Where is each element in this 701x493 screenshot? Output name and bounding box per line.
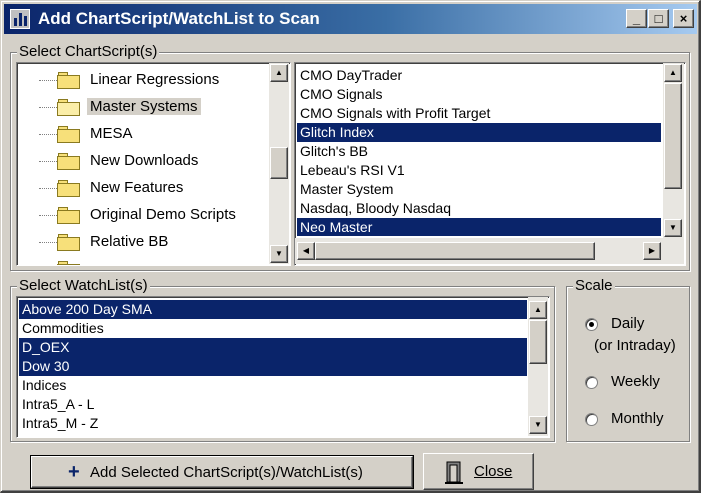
list-item-selected[interactable]: Above 200 Day SMA [19, 300, 527, 319]
maximize-button[interactable]: □ [648, 9, 669, 28]
scroll-thumb[interactable] [270, 147, 288, 179]
folder-icon [57, 126, 81, 143]
list-item[interactable]: Intra5_M - Z [19, 414, 527, 433]
list-item[interactable]: Intra5_A - L [19, 395, 527, 414]
chartscript-group: Select ChartScript(s) Linear Regressions… [10, 44, 690, 271]
list-item-selected[interactable]: D_OEX [19, 338, 527, 357]
title-bar[interactable]: Add ChartScript/WatchList to Scan _ □ × [4, 4, 697, 34]
radio-button-checked-icon[interactable] [585, 318, 598, 331]
list-item-selected[interactable]: Neo Master [297, 218, 661, 236]
tree-folder-relative-bb[interactable]: Relative BB [21, 229, 261, 256]
close-button[interactable]: Close [423, 453, 534, 490]
scroll-thumb[interactable] [315, 242, 595, 260]
tree-folder-label: New Features [90, 179, 184, 196]
scroll-up-arrow-icon[interactable]: ▲ [270, 64, 288, 82]
close-label: Close [474, 463, 513, 480]
scale-option-label: Weekly [611, 373, 660, 390]
maximize-icon: □ [654, 11, 663, 26]
close-window-button[interactable]: × [673, 9, 694, 28]
folder-open-icon [57, 99, 81, 116]
watchlist-scrollbar[interactable]: ▲ ▼ [528, 297, 548, 436]
tree-folder-original-demo-scripts[interactable]: Original Demo Scripts [21, 202, 261, 229]
minimize-icon: _ [632, 11, 641, 26]
tree-folder-master-systems[interactable]: Master Systems [21, 94, 261, 121]
close-icon: × [679, 11, 688, 26]
plus-icon: + [68, 461, 80, 483]
list-item[interactable]: CMO Signals with Profit Target [297, 104, 661, 123]
tree-folder-label: MESA [90, 125, 133, 142]
scroll-down-arrow-icon[interactable]: ▼ [529, 416, 547, 434]
tree-folder-label: Linear Regressions [90, 71, 220, 88]
scale-group-label: Scale [573, 277, 615, 294]
chartscript-hscroll[interactable]: ◀ ▶ [295, 238, 684, 264]
folder-icon [57, 261, 81, 265]
tree-folder-linear-regressions[interactable]: Linear Regressions [21, 67, 261, 94]
tree-folder-label: Master Systems [87, 98, 201, 115]
list-item[interactable]: Indices [19, 376, 527, 395]
tree-folder-mesa[interactable]: MESA [21, 121, 261, 148]
dialog-window: Add ChartScript/WatchList to Scan _ □ × … [0, 0, 701, 493]
tree-folder-partial[interactable] [21, 256, 261, 265]
folder-icon [57, 153, 81, 170]
tree-folder-label: New Downloads [90, 152, 199, 169]
list-item[interactable]: CMO Signals [297, 85, 661, 104]
folder-icon [57, 180, 81, 197]
folder-tree-scrollbar[interactable]: ▲ ▼ [269, 63, 289, 264]
scale-monthly-radio[interactable]: Monthly [585, 410, 685, 432]
folder-icon [57, 234, 81, 251]
radio-button-icon[interactable] [585, 376, 598, 389]
scroll-right-arrow-icon[interactable]: ▶ [643, 242, 661, 260]
tree-folder-label: Original Demo Scripts [90, 206, 236, 223]
scroll-thumb[interactable] [664, 83, 682, 189]
list-item-selected[interactable]: Dow 30 [19, 357, 527, 376]
scroll-up-arrow-icon[interactable]: ▲ [664, 64, 682, 82]
list-item[interactable]: Master System [297, 180, 661, 199]
watchlist-list[interactable]: Above 200 Day SMA Commodities D_OEX Dow … [16, 296, 550, 438]
scale-daily-sublabel: (or Intraday) [594, 337, 676, 354]
tree-folder-label: Relative BB [90, 233, 169, 250]
scale-daily-radio[interactable]: Daily [585, 315, 685, 337]
scale-weekly-radio[interactable]: Weekly [585, 373, 685, 395]
tree-folder-new-features[interactable]: New Features [21, 175, 261, 202]
list-item[interactable]: Nasdaq, Bloody Nasdaq [297, 199, 661, 218]
scroll-left-arrow-icon[interactable]: ◀ [297, 242, 315, 260]
add-selected-button[interactable]: + Add Selected ChartScript(s)/WatchList(… [30, 455, 414, 489]
folder-tree[interactable]: Linear Regressions Master Systems MESA N… [16, 62, 291, 266]
list-item[interactable]: Commodities [19, 319, 527, 338]
window-title: Add ChartScript/WatchList to Scan [38, 9, 320, 28]
chartscript-group-label: Select ChartScript(s) [17, 43, 160, 60]
scale-option-label: Monthly [611, 410, 664, 427]
watchlist-group: Select WatchList(s) Above 200 Day SMA Co… [10, 278, 555, 442]
folder-icon [57, 72, 81, 89]
scroll-down-arrow-icon[interactable]: ▼ [270, 245, 288, 263]
folder-icon [57, 207, 81, 224]
add-selected-label: Add Selected ChartScript(s)/WatchList(s) [90, 464, 363, 481]
list-item[interactable]: Glitch's BB [297, 142, 661, 161]
scroll-up-arrow-icon[interactable]: ▲ [529, 301, 547, 319]
radio-button-icon[interactable] [585, 413, 598, 426]
scroll-thumb[interactable] [529, 320, 547, 364]
list-item[interactable]: CMO DayTrader [297, 66, 661, 85]
app-icon [10, 9, 30, 29]
watchlist-group-label: Select WatchList(s) [17, 277, 150, 294]
minimize-button[interactable]: _ [626, 9, 647, 28]
list-item-selected[interactable]: Glitch Index [297, 123, 661, 142]
scroll-down-arrow-icon[interactable]: ▼ [664, 219, 682, 237]
chartscript-list[interactable]: CMO DayTrader CMO Signals CMO Signals wi… [294, 62, 686, 266]
list-item[interactable]: Lebeau's RSI V1 [297, 161, 661, 180]
scale-option-label: Daily [611, 315, 645, 332]
chartscript-vscroll[interactable]: ▲ ▼ [663, 63, 684, 238]
tree-folder-new-downloads[interactable]: New Downloads [21, 148, 261, 175]
door-icon [444, 460, 466, 484]
